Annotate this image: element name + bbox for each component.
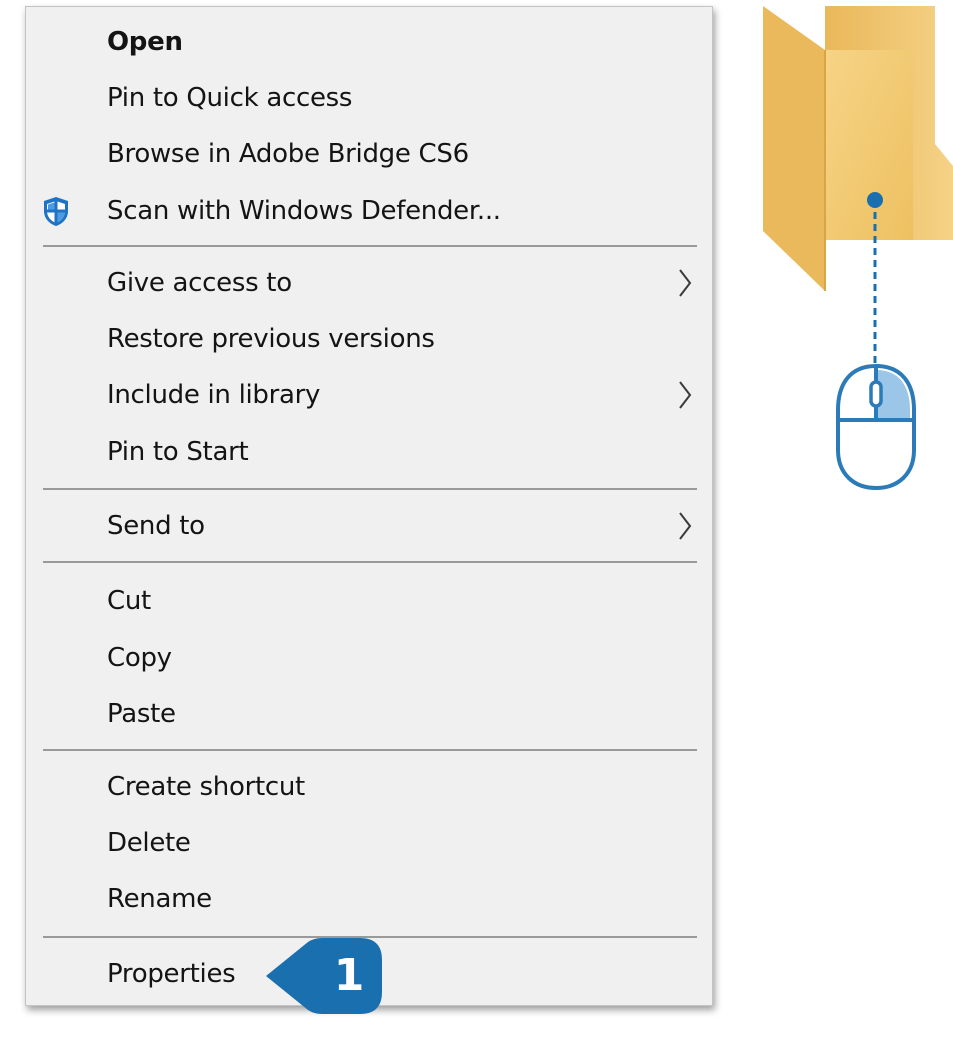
windows-defender-shield-icon: [44, 197, 68, 226]
menu-item-label: Delete: [107, 828, 191, 858]
menu-separator: [43, 488, 697, 490]
menu-item-label: Include in library: [107, 380, 321, 410]
menu-item-label: Restore previous versions: [107, 324, 435, 354]
menu-item-cut[interactable]: Cut: [26, 575, 712, 627]
menu-item-pin-to-start[interactable]: Pin to Start: [26, 426, 712, 478]
menu-item-label: Paste: [107, 699, 176, 729]
menu-item-include-in-library[interactable]: Include in library: [26, 369, 712, 421]
chevron-right-icon: [679, 381, 692, 409]
menu-item-restore-previous-versions[interactable]: Restore previous versions: [26, 313, 712, 365]
menu-item-label: Cut: [107, 586, 151, 616]
menu-item-label: Create shortcut: [107, 772, 305, 802]
menu-item-label: Properties: [107, 959, 236, 989]
menu-item-label: Send to: [107, 511, 205, 541]
menu-item-label: Open: [107, 27, 183, 57]
menu-item-label: Pin to Start: [107, 437, 249, 467]
menu-item-open[interactable]: Open: [26, 16, 712, 68]
menu-item-label: Browse in Adobe Bridge CS6: [107, 139, 469, 169]
menu-item-send-to[interactable]: Send to: [26, 500, 712, 552]
callout-number: 1: [333, 950, 365, 1001]
menu-item-label: Copy: [107, 643, 172, 673]
menu-item-rename[interactable]: Rename: [26, 873, 712, 925]
menu-item-create-shortcut[interactable]: Create shortcut: [26, 761, 712, 813]
page: Open Pin to Quick access Browse in Adobe…: [0, 0, 953, 1040]
menu-item-label: Rename: [107, 884, 212, 914]
menu-item-scan-with-windows-defender[interactable]: Scan with Windows Defender...: [26, 185, 712, 237]
menu-item-paste[interactable]: Paste: [26, 688, 712, 740]
menu-item-delete[interactable]: Delete: [26, 817, 712, 869]
menu-item-label: Scan with Windows Defender...: [107, 196, 501, 226]
menu-item-label: Pin to Quick access: [107, 83, 353, 113]
menu-item-give-access-to[interactable]: Give access to: [26, 257, 712, 309]
menu-item-browse-in-adobe-bridge[interactable]: Browse in Adobe Bridge CS6: [26, 128, 712, 180]
chevron-right-icon: [679, 269, 692, 297]
step-callout-badge: 1: [262, 936, 390, 1016]
chevron-right-icon: [679, 512, 692, 540]
menu-item-label: Give access to: [107, 268, 292, 298]
menu-item-pin-to-quick-access[interactable]: Pin to Quick access: [26, 72, 712, 124]
menu-separator: [43, 749, 697, 751]
connector-line: [867, 192, 883, 383]
menu-item-copy[interactable]: Copy: [26, 632, 712, 684]
menu-separator: [43, 245, 697, 247]
mouse-icon: [836, 363, 916, 491]
context-menu: Open Pin to Quick access Browse in Adobe…: [25, 6, 713, 1006]
folder-icon: [763, 6, 953, 291]
menu-separator: [43, 561, 697, 563]
